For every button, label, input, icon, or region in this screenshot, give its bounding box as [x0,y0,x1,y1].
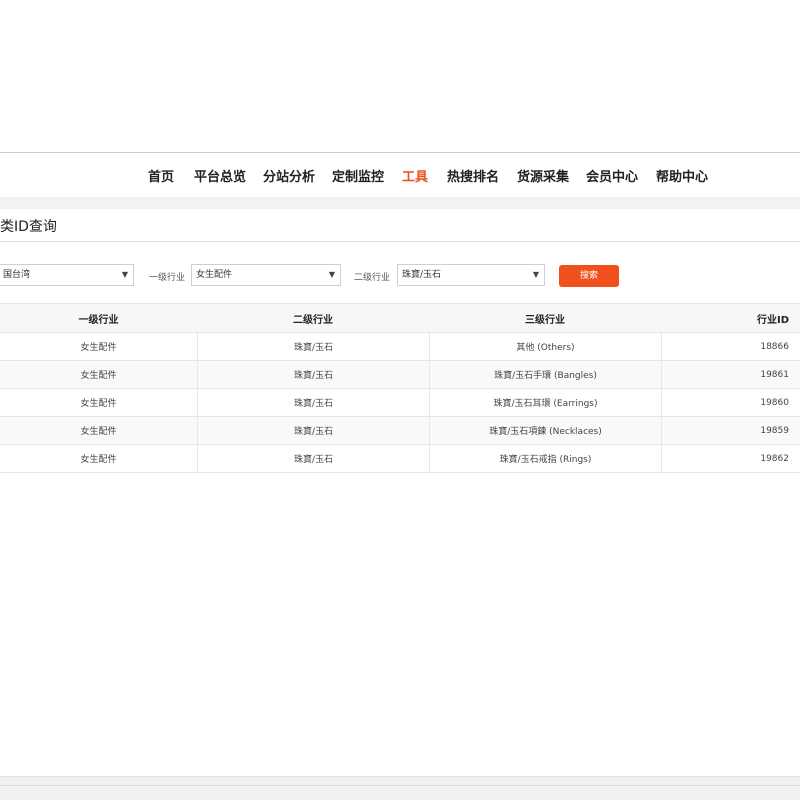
cell-level2: 珠寶/玉石 [197,333,429,360]
page-title: 类ID查询 [0,219,57,235]
nav-item-custom-monitor[interactable]: 定制监控 [332,166,384,185]
chevron-down-icon: ▼ [532,270,539,279]
cell-industry-id: 19861 [661,361,800,388]
cell-level2: 珠寶/玉石 [197,389,429,416]
cell-level3: 珠寶/玉石戒指 (Rings) [429,445,661,472]
site-select[interactable]: 国台湾 ▼ [0,264,134,286]
header-level3[interactable]: 三级行业 [429,304,661,332]
cell-level1: 女生配件 [80,343,117,353]
table-row: 女生配件 珠寶/玉石 珠寶/玉石項鍊 (Necklaces) 19859 [0,417,800,445]
header-level2[interactable]: 二级行业 [197,304,429,332]
cell-level1: 女生配件 [80,427,117,437]
table-row: 女生配件 珠寶/玉石 珠寶/玉石耳環 (Earrings) 19860 [0,389,800,417]
nav-item-home[interactable]: 首页 [148,166,174,185]
table-row: 女生配件 珠寶/玉石 珠寶/玉石手環 (Bangles) 19861 [0,361,800,389]
section-separator [0,197,800,209]
cell-level2: 珠寶/玉石 [197,417,429,444]
cell-level1: 女生配件 [80,399,117,409]
top-blank-area [0,0,800,152]
industry-table: 一级行业 二级行业 三级行业 行业ID 女生配件 珠寶/玉石 其他 (Other… [0,303,800,473]
chevron-down-icon: ▼ [121,270,128,279]
level2-label: 二级行业 [354,273,391,283]
cell-level1: 女生配件 [80,455,117,465]
table-row: 女生配件 珠寶/玉石 珠寶/玉石戒指 (Rings) 19862 [0,445,800,473]
level2-select[interactable]: 珠寶/玉石 ▼ [397,264,545,286]
footer-band [0,776,800,800]
nav-item-source-collection[interactable]: 货源采集 [517,166,569,185]
nav-item-tools[interactable]: 工具 [402,166,428,185]
cell-level3: 其他 (Others) [429,333,661,360]
cell-level3: 珠寶/玉石項鍊 (Necklaces) [429,417,661,444]
search-button[interactable]: 搜索 [559,265,619,287]
cell-level3: 珠寶/玉石耳環 (Earrings) [429,389,661,416]
level2-select-value: 珠寶/玉石 [402,270,442,280]
nav-item-member-center[interactable]: 会员中心 [586,166,638,185]
cell-level1: 女生配件 [80,371,117,381]
header-level1[interactable]: 一级行业 [0,304,197,332]
level1-label: 一级行业 [149,273,186,283]
chevron-down-icon: ▼ [328,270,335,279]
table-header-row: 一级行业 二级行业 三级行业 行业ID [0,304,800,333]
title-bar: 类ID查询 [0,209,800,242]
site-select-value: 国台湾 [3,270,31,280]
main-nav: 首页 平台总览 分站分析 定制监控 工具 热搜排名 货源采集 会员中心 帮助中心 [0,153,800,197]
nav-item-site-analysis[interactable]: 分站分析 [263,166,315,185]
nav-item-platform-overview[interactable]: 平台总览 [194,166,246,185]
nav-item-hot-search-ranking[interactable]: 热搜排名 [447,166,499,185]
table-row: 女生配件 珠寶/玉石 其他 (Others) 18866 [0,333,800,361]
cell-industry-id: 19859 [661,417,800,444]
cell-level3: 珠寶/玉石手環 (Bangles) [429,361,661,388]
nav-item-help-center[interactable]: 帮助中心 [656,166,708,185]
header-industry-id[interactable]: 行业ID [661,304,800,332]
cell-level2: 珠寶/玉石 [197,361,429,388]
level1-select[interactable]: 女生配件 ▼ [191,264,341,286]
cell-industry-id: 19862 [661,445,800,472]
footer-divider [0,785,800,786]
level1-select-value: 女生配件 [196,270,233,280]
cell-industry-id: 19860 [661,389,800,416]
cell-level2: 珠寶/玉石 [197,445,429,472]
cell-industry-id: 18866 [661,333,800,360]
